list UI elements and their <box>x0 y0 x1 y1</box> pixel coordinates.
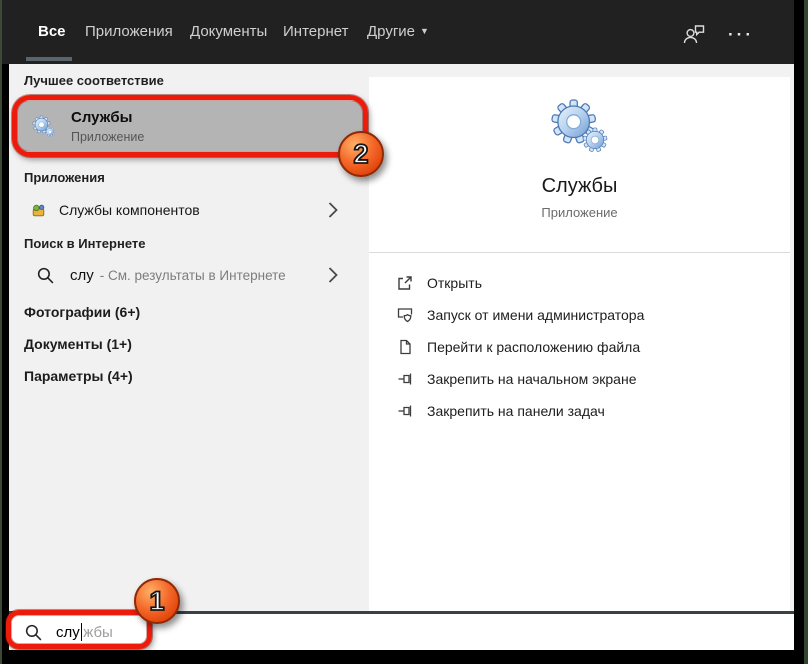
chevron-right-icon[interactable] <box>328 201 338 219</box>
context-actions: Открыть Запуск от имени администратора П… <box>369 267 790 427</box>
action-label: Закрепить на панели задач <box>427 403 605 419</box>
group-documents[interactable]: Документы (1+) <box>24 336 132 352</box>
annotation-highlight-best-match <box>12 95 368 157</box>
action-run-as-admin[interactable]: Запуск от имени администратора <box>369 299 790 331</box>
tab-apps[interactable]: Приложения <box>85 23 173 40</box>
chevron-right-icon[interactable] <box>328 266 338 284</box>
search-filter-bar: Все Приложения Документы Интернет Другие… <box>2 0 794 64</box>
services-gears-icon-large <box>550 99 607 153</box>
group-settings[interactable]: Параметры (4+) <box>24 368 133 384</box>
group-photos[interactable]: Фотографии (6+) <box>24 304 140 320</box>
preview-divider <box>369 252 790 253</box>
desktop-edge-right <box>804 0 808 664</box>
tab-documents[interactable]: Документы <box>190 23 267 40</box>
preview-panel: Службы Приложение Открыть Запуск от имен… <box>368 64 794 612</box>
more-options-icon[interactable]: ··· <box>728 26 754 43</box>
result-web-search[interactable]: слу - См. результаты в Интернете <box>9 256 368 294</box>
result-component-services[interactable]: Службы компонентов <box>9 192 368 228</box>
action-label: Открыть <box>427 275 482 291</box>
tab-web[interactable]: Интернет <box>283 23 348 40</box>
start-search-window: Все Приложения Документы Интернет Другие… <box>0 0 808 664</box>
action-label: Запуск от имени администратора <box>427 307 645 323</box>
preview-app-title: Службы <box>541 175 618 197</box>
active-tab-underline <box>26 57 72 61</box>
annotation-step-1-badge: 1 <box>134 578 180 624</box>
component-services-icon <box>32 204 45 216</box>
action-open[interactable]: Открыть <box>369 267 790 299</box>
pin-icon <box>398 373 412 385</box>
web-query-text: слу <box>70 266 94 284</box>
action-label: Перейти к расположению файла <box>427 339 641 355</box>
tab-all[interactable]: Все <box>38 23 66 40</box>
annotation-highlight-search <box>6 610 152 649</box>
chevron-down-icon: ▼ <box>420 26 429 36</box>
result-label: Службы компонентов <box>59 202 200 218</box>
web-search-section-header: Поиск в Интернете <box>24 236 146 251</box>
best-match-header: Лучшее соответствие <box>24 73 164 88</box>
file-location-icon <box>400 339 411 355</box>
preview-card: Службы Приложение Открыть Запуск от имен… <box>369 77 790 612</box>
action-pin-to-taskbar[interactable]: Закрепить на панели задач <box>369 395 790 427</box>
action-pin-to-start[interactable]: Закрепить на начальном экране <box>369 363 790 395</box>
action-label: Закрепить на начальном экране <box>427 371 637 387</box>
tab-more[interactable]: Другие ▼ <box>367 23 429 40</box>
annotation-step-2-badge: 2 <box>338 131 384 177</box>
web-query-suffix: - См. результаты в Интернете <box>99 267 286 283</box>
open-icon <box>398 276 412 290</box>
desktop-edge-left <box>0 0 2 664</box>
search-icon <box>37 267 54 283</box>
apps-section-header: Приложения <box>24 170 105 185</box>
action-open-file-location[interactable]: Перейти к расположению файла <box>369 331 790 363</box>
admin-shield-icon <box>397 308 413 323</box>
preview-app-subtitle: Приложение <box>541 205 618 220</box>
account-feedback-icon[interactable] <box>682 24 706 45</box>
pin-icon <box>398 405 412 417</box>
